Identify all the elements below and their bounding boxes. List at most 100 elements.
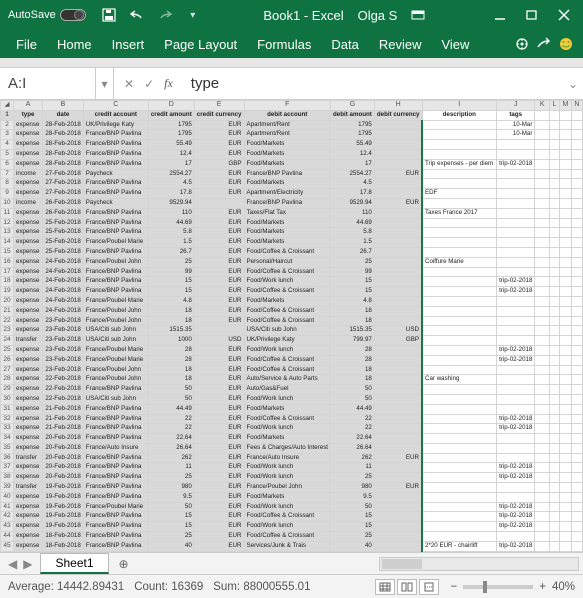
row-header[interactable]: 44 [1,532,14,542]
cell[interactable]: 99 [331,267,375,277]
cell[interactable] [535,120,549,130]
cell[interactable] [571,424,582,434]
cell[interactable]: France/BNP Pavlina [83,247,148,257]
row-header[interactable]: 30 [1,394,14,404]
cell[interactable]: expense [14,316,43,326]
cell[interactable] [422,316,497,326]
cell[interactable]: 25-Feb-2018 [43,238,84,248]
cell[interactable] [571,257,582,267]
cell[interactable]: EUR [194,306,244,316]
cell[interactable] [497,394,535,404]
cell[interactable]: EUR [194,140,244,150]
cell[interactable] [535,140,549,150]
cell[interactable] [571,522,582,532]
cell[interactable]: EUR [194,512,244,522]
cell[interactable]: expense [14,179,43,189]
cell[interactable]: expense [14,502,43,512]
cell[interactable]: France/BNP Pavlina [83,189,148,199]
cell[interactable]: 22-Feb-2018 [43,375,84,385]
cell[interactable]: 44.69 [148,218,194,228]
cell[interactable] [549,257,559,267]
cell[interactable] [549,522,559,532]
cell[interactable] [535,522,549,532]
cell[interactable]: 15 [148,512,194,522]
normal-view-icon[interactable] [375,579,395,595]
row-header[interactable]: 7 [1,169,14,179]
cell[interactable] [374,443,422,453]
cell[interactable]: USA/Citi sub John [244,326,331,336]
cell[interactable] [560,238,572,248]
cell[interactable] [497,169,535,179]
cell[interactable]: income [14,169,43,179]
cell[interactable] [497,198,535,208]
cell[interactable]: Coiffure Marie [422,257,497,267]
cell[interactable] [422,306,497,316]
cell[interactable]: 5.8 [148,228,194,238]
cell[interactable] [535,130,549,140]
cell[interactable]: 18 [148,306,194,316]
cell[interactable]: EUR [194,502,244,512]
cell[interactable]: expense [14,355,43,365]
cell[interactable] [571,502,582,512]
cell[interactable] [535,512,549,522]
cell[interactable]: EUR [194,257,244,267]
cell[interactable]: Paycheck [83,198,148,208]
cell[interactable]: expense [14,541,43,551]
cell[interactable]: 22-Feb-2018 [43,385,84,395]
cell[interactable] [571,532,582,542]
cell[interactable]: 21-Feb-2018 [43,414,84,424]
cell[interactable]: trip-02-2018 [497,522,535,532]
cell[interactable]: USA/Citi sub John [83,336,148,346]
cell[interactable]: EUR [194,492,244,502]
cell[interactable] [535,385,549,395]
cell[interactable]: Food/Coffee & Croissant [244,414,331,424]
cell[interactable]: expense [14,306,43,316]
cell[interactable]: trip-02-2018 [497,345,535,355]
cell[interactable]: 44.49 [331,404,375,414]
row-header[interactable]: 24 [1,336,14,346]
cell[interactable] [422,277,497,287]
cell[interactable]: France/BNP Pavlina [83,287,148,297]
cell[interactable] [549,385,559,395]
cell[interactable]: expense [14,522,43,532]
cell[interactable] [549,159,559,169]
cell[interactable]: 22 [148,424,194,434]
cell[interactable] [535,404,549,414]
cell[interactable] [571,512,582,522]
cell[interactable]: debit amount [331,110,375,120]
cell[interactable]: expense [14,424,43,434]
cell[interactable]: Food/Markets [244,159,331,169]
cell[interactable] [535,443,549,453]
cell[interactable] [571,218,582,228]
cell[interactable]: tags [497,110,535,120]
cell[interactable]: 17.8 [331,189,375,199]
cell[interactable] [560,541,572,551]
cell[interactable]: 50 [331,394,375,404]
cell[interactable]: 25 [331,473,375,483]
cell[interactable]: Food/Work lunch [244,345,331,355]
cell[interactable]: 17 [148,159,194,169]
cell[interactable] [374,189,422,199]
row-header[interactable]: 40 [1,492,14,502]
cell[interactable] [560,228,572,238]
cell[interactable] [560,120,572,130]
cell[interactable]: Food/Markets [244,492,331,502]
cell[interactable]: 18 [331,365,375,375]
col-header[interactable]: N [571,101,582,111]
cell[interactable]: France/Poubel John [83,375,148,385]
cell[interactable] [571,140,582,150]
cell[interactable]: 1795 [148,120,194,130]
cell[interactable]: 18 [148,365,194,375]
cell[interactable] [194,326,244,336]
cell[interactable] [374,532,422,542]
sheet-prev-icon[interactable]: ◀ [8,557,17,571]
cell[interactable]: 799.97 [331,336,375,346]
cell[interactable]: 28 [148,345,194,355]
cell[interactable]: 40 [331,541,375,551]
cell[interactable] [549,453,559,463]
sheet-next-icon[interactable]: ▶ [23,557,32,571]
cell[interactable]: France/BNP Pavlina [83,130,148,140]
cell[interactable]: 28-Feb-2018 [43,130,84,140]
cell[interactable] [571,541,582,551]
cell[interactable] [422,228,497,238]
